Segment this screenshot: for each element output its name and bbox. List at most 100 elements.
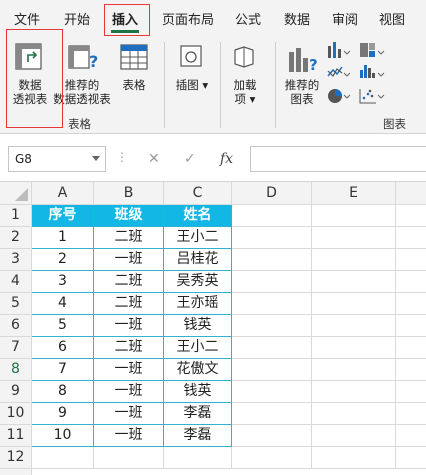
empty-cell[interactable] <box>396 447 426 469</box>
tab-file[interactable]: 文件 <box>14 9 40 28</box>
table-cell[interactable]: 李磊 <box>164 425 232 447</box>
table-cell[interactable]: 二班 <box>94 337 164 359</box>
row-header[interactable]: 12 <box>0 447 32 469</box>
empty-cell[interactable] <box>396 425 426 447</box>
empty-cell[interactable] <box>232 249 312 271</box>
column-header-d[interactable]: D <box>232 182 312 205</box>
table-cell[interactable]: 10 <box>32 425 94 447</box>
row-header[interactable]: 2 <box>0 227 32 249</box>
column-header-a[interactable]: A <box>32 182 94 205</box>
empty-cell[interactable] <box>396 315 426 337</box>
empty-cell[interactable] <box>312 425 396 447</box>
row-header[interactable] <box>0 469 32 475</box>
tab-view[interactable]: 视图 <box>379 9 405 28</box>
chart-type-gallery[interactable] <box>326 40 426 114</box>
table-header-cell[interactable]: 班级 <box>94 205 164 227</box>
empty-cell[interactable] <box>312 381 396 403</box>
empty-cell[interactable] <box>396 271 426 293</box>
table-cell[interactable]: 3 <box>32 271 94 293</box>
table-cell[interactable]: 4 <box>32 293 94 315</box>
column-header-c[interactable]: C <box>164 182 232 205</box>
column-header-e[interactable]: E <box>312 182 396 205</box>
empty-cell[interactable] <box>396 227 426 249</box>
table-cell[interactable]: 王小二 <box>164 337 232 359</box>
cancel-icon[interactable]: ✕ <box>148 151 160 167</box>
empty-cell[interactable] <box>396 359 426 381</box>
tab-review[interactable]: 审阅 <box>332 9 358 28</box>
empty-cell[interactable] <box>232 337 312 359</box>
empty-cell[interactable] <box>232 425 312 447</box>
tab-home[interactable]: 开始 <box>64 9 90 28</box>
formula-input[interactable] <box>250 146 426 172</box>
table-cell[interactable]: 二班 <box>94 293 164 315</box>
empty-cell[interactable] <box>312 337 396 359</box>
table-cell[interactable]: 二班 <box>94 227 164 249</box>
chevron-down-icon[interactable] <box>92 156 100 161</box>
table-cell[interactable]: 二班 <box>94 271 164 293</box>
row-header[interactable]: 5 <box>0 293 32 315</box>
table-cell[interactable]: 一班 <box>94 403 164 425</box>
illustrations-button[interactable]: 插图 ▾ <box>172 78 212 92</box>
row-header[interactable]: 4 <box>0 271 32 293</box>
row-header-selected[interactable]: 8 <box>0 359 32 381</box>
tab-formulas[interactable]: 公式 <box>235 9 261 28</box>
empty-cell[interactable] <box>232 271 312 293</box>
empty-cell[interactable] <box>232 315 312 337</box>
tab-data[interactable]: 数据 <box>284 9 310 28</box>
empty-cell[interactable] <box>396 205 426 227</box>
table-cell[interactable]: 5 <box>32 315 94 337</box>
empty-cell[interactable] <box>312 249 396 271</box>
row-header[interactable]: 1 <box>0 205 32 227</box>
empty-cell[interactable] <box>396 293 426 315</box>
table-cell[interactable]: 7 <box>32 359 94 381</box>
recommended-charts-button[interactable]: 推荐的 图表 <box>278 78 326 106</box>
empty-cell[interactable] <box>232 205 312 227</box>
empty-cell[interactable] <box>396 337 426 359</box>
table-cell[interactable]: 花傲文 <box>164 359 232 381</box>
empty-cell[interactable] <box>232 293 312 315</box>
empty-cell[interactable] <box>312 205 396 227</box>
column-header-b[interactable]: B <box>94 182 164 205</box>
empty-cell[interactable] <box>312 403 396 425</box>
empty-cell[interactable] <box>312 271 396 293</box>
table-cell[interactable]: 钱英 <box>164 315 232 337</box>
empty-cell[interactable] <box>232 447 312 469</box>
table-cell[interactable]: 李磊 <box>164 403 232 425</box>
empty-cell[interactable] <box>312 227 396 249</box>
table-cell[interactable]: 一班 <box>94 381 164 403</box>
row-header[interactable]: 9 <box>0 381 32 403</box>
table-cell[interactable]: 1 <box>32 227 94 249</box>
addins-button[interactable]: 加载 项 ▾ <box>226 78 264 106</box>
empty-cell[interactable] <box>232 359 312 381</box>
empty-cell[interactable] <box>396 403 426 425</box>
empty-cell[interactable] <box>396 381 426 403</box>
table-button[interactable]: 表格 <box>118 78 150 92</box>
empty-cell[interactable] <box>164 447 232 469</box>
empty-cell[interactable] <box>312 293 396 315</box>
empty-cell[interactable] <box>396 249 426 271</box>
table-header-cell[interactable]: 序号 <box>32 205 94 227</box>
column-header-f[interactable] <box>396 182 426 205</box>
table-cell[interactable]: 8 <box>32 381 94 403</box>
empty-cell[interactable] <box>32 447 94 469</box>
table-cell[interactable]: 钱英 <box>164 381 232 403</box>
row-header[interactable]: 10 <box>0 403 32 425</box>
name-box[interactable]: G8 <box>8 146 106 172</box>
row-header[interactable]: 6 <box>0 315 32 337</box>
table-header-cell[interactable]: 姓名 <box>164 205 232 227</box>
table-cell[interactable]: 9 <box>32 403 94 425</box>
empty-cell[interactable] <box>312 315 396 337</box>
empty-cell[interactable] <box>232 227 312 249</box>
drag-handle-icon[interactable]: ⋮ <box>116 150 128 164</box>
row-header[interactable]: 7 <box>0 337 32 359</box>
table-cell[interactable]: 吕桂花 <box>164 249 232 271</box>
empty-cell[interactable] <box>312 359 396 381</box>
select-all-corner[interactable] <box>0 182 32 205</box>
table-cell[interactable]: 6 <box>32 337 94 359</box>
table-cell[interactable]: 王小二 <box>164 227 232 249</box>
table-cell[interactable]: 一班 <box>94 425 164 447</box>
table-cell[interactable]: 一班 <box>94 315 164 337</box>
table-cell[interactable]: 一班 <box>94 359 164 381</box>
insert-function-icon[interactable]: fx <box>220 151 233 167</box>
tab-page-layout[interactable]: 页面布局 <box>162 9 214 28</box>
